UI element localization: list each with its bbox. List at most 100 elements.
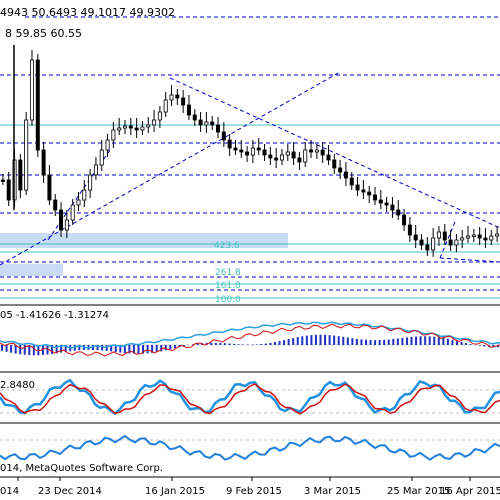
candle-body	[99, 149, 104, 166]
fib-label-1618: 161.8	[215, 281, 241, 291]
candle-body	[367, 191, 372, 196]
candle-body	[483, 237, 488, 241]
candle-body	[448, 239, 453, 246]
candle-body	[163, 99, 168, 113]
candle-body	[140, 126, 145, 131]
candle-body	[256, 147, 261, 151]
indicator3-pane[interactable]: 014, MetaQuotes Software Corp.	[0, 434, 500, 474]
candle-body	[6, 179, 11, 201]
candle-body	[268, 154, 273, 159]
candle-body	[128, 125, 133, 129]
candle-body	[407, 224, 412, 236]
candle-body	[361, 189, 366, 193]
candle-body	[111, 129, 116, 141]
candle-body	[117, 127, 122, 131]
candle-body	[384, 202, 389, 206]
candle-body	[355, 184, 360, 191]
candle-body	[419, 239, 424, 246]
macd-readout: 05 -1.41626 -1.31274	[0, 310, 109, 321]
candle-body	[442, 231, 447, 241]
ohlc-readout: 4943 50.6493 49.1017 49.9302	[0, 6, 175, 19]
macd-pane[interactable]: 05 -1.41626 -1.31274	[0, 310, 500, 357]
stochastic-pane[interactable]: 2.8480	[0, 378, 500, 416]
candle-body	[303, 149, 308, 163]
candle-body	[82, 189, 87, 201]
candle-body	[24, 119, 29, 191]
candle-body	[477, 234, 482, 239]
candle-body	[59, 209, 64, 231]
candle-body	[372, 194, 377, 201]
candle-body	[309, 149, 314, 153]
candle-body	[198, 119, 203, 126]
stochastic-signal-line	[0, 383, 500, 415]
candle-body	[431, 237, 436, 251]
x-axis-label: 16 Jan 2015	[145, 486, 205, 497]
candlesticks	[0, 45, 500, 257]
candle-body	[320, 149, 325, 156]
candle-body	[18, 159, 23, 191]
candle-body	[152, 119, 157, 126]
candle-body	[53, 199, 58, 211]
candle-body	[64, 219, 69, 231]
candle-body	[349, 177, 354, 186]
candle-body	[204, 121, 209, 126]
candle-body	[297, 157, 302, 163]
fib-label-2618: 261.8	[215, 268, 241, 278]
candle-body	[425, 244, 430, 251]
candle-body	[413, 234, 418, 241]
candle-body	[181, 97, 186, 106]
candle-body	[291, 151, 296, 159]
candle-body	[378, 199, 383, 204]
candle-body	[495, 233, 500, 237]
candle-body	[47, 174, 52, 201]
candle-body	[471, 234, 476, 237]
candle-body	[29, 59, 34, 121]
stochastic-readout: 2.8480	[0, 380, 35, 391]
candle-body	[454, 239, 459, 246]
candle-body	[343, 171, 348, 179]
candle-body	[274, 157, 279, 161]
x-axis-label: 23 Dec 2014	[38, 486, 102, 497]
candle-body	[93, 164, 98, 176]
candle-body	[105, 139, 110, 151]
ma-readout: 8 59.85 60.55	[5, 27, 82, 40]
candle-body	[402, 214, 407, 226]
candle-body	[338, 167, 343, 173]
fib-label-100: 100.0	[215, 295, 241, 305]
candle-body	[41, 149, 46, 176]
candle-body	[250, 147, 255, 156]
candle-body	[216, 124, 221, 133]
fib-lines	[0, 124, 500, 299]
candle-body	[285, 151, 290, 156]
candle-body	[186, 104, 191, 116]
candle-body	[88, 174, 93, 191]
candle-body	[221, 131, 226, 141]
candle-body	[466, 235, 471, 239]
candle-body	[262, 149, 267, 156]
candle-body	[227, 139, 232, 149]
x-axis-label: 014	[0, 486, 19, 497]
trading-chart[interactable]: 4943 50.6493 49.1017 49.9302 8 59.85 60.…	[0, 0, 500, 500]
candle-body	[76, 199, 81, 206]
candle-body	[146, 124, 151, 128]
candle-body	[233, 147, 238, 151]
horizontal-levels	[0, 16, 500, 291]
candle-body	[175, 94, 180, 99]
candle-body	[390, 204, 395, 211]
time-axis: 014 23 Dec 2014 16 Jan 2015 9 Feb 2015 3…	[0, 477, 500, 497]
candle-body	[210, 121, 215, 126]
copyright-text: 014, MetaQuotes Software Corp.	[0, 463, 163, 474]
candle-body	[436, 231, 441, 239]
x-axis-label: 16 Apr 2015	[440, 486, 500, 497]
candle-body	[134, 127, 139, 131]
price-pane[interactable]: 4943 50.6493 49.1017 49.9302 8 59.85 60.…	[0, 6, 500, 305]
candle-body	[396, 209, 401, 216]
candle-body	[460, 237, 465, 241]
lower-zone	[0, 264, 63, 276]
candle-body	[314, 149, 319, 153]
candle-body	[332, 159, 337, 169]
candle-body	[239, 149, 244, 153]
candle-body	[157, 111, 162, 121]
candle-body	[0, 179, 5, 182]
candle-body	[279, 154, 284, 161]
